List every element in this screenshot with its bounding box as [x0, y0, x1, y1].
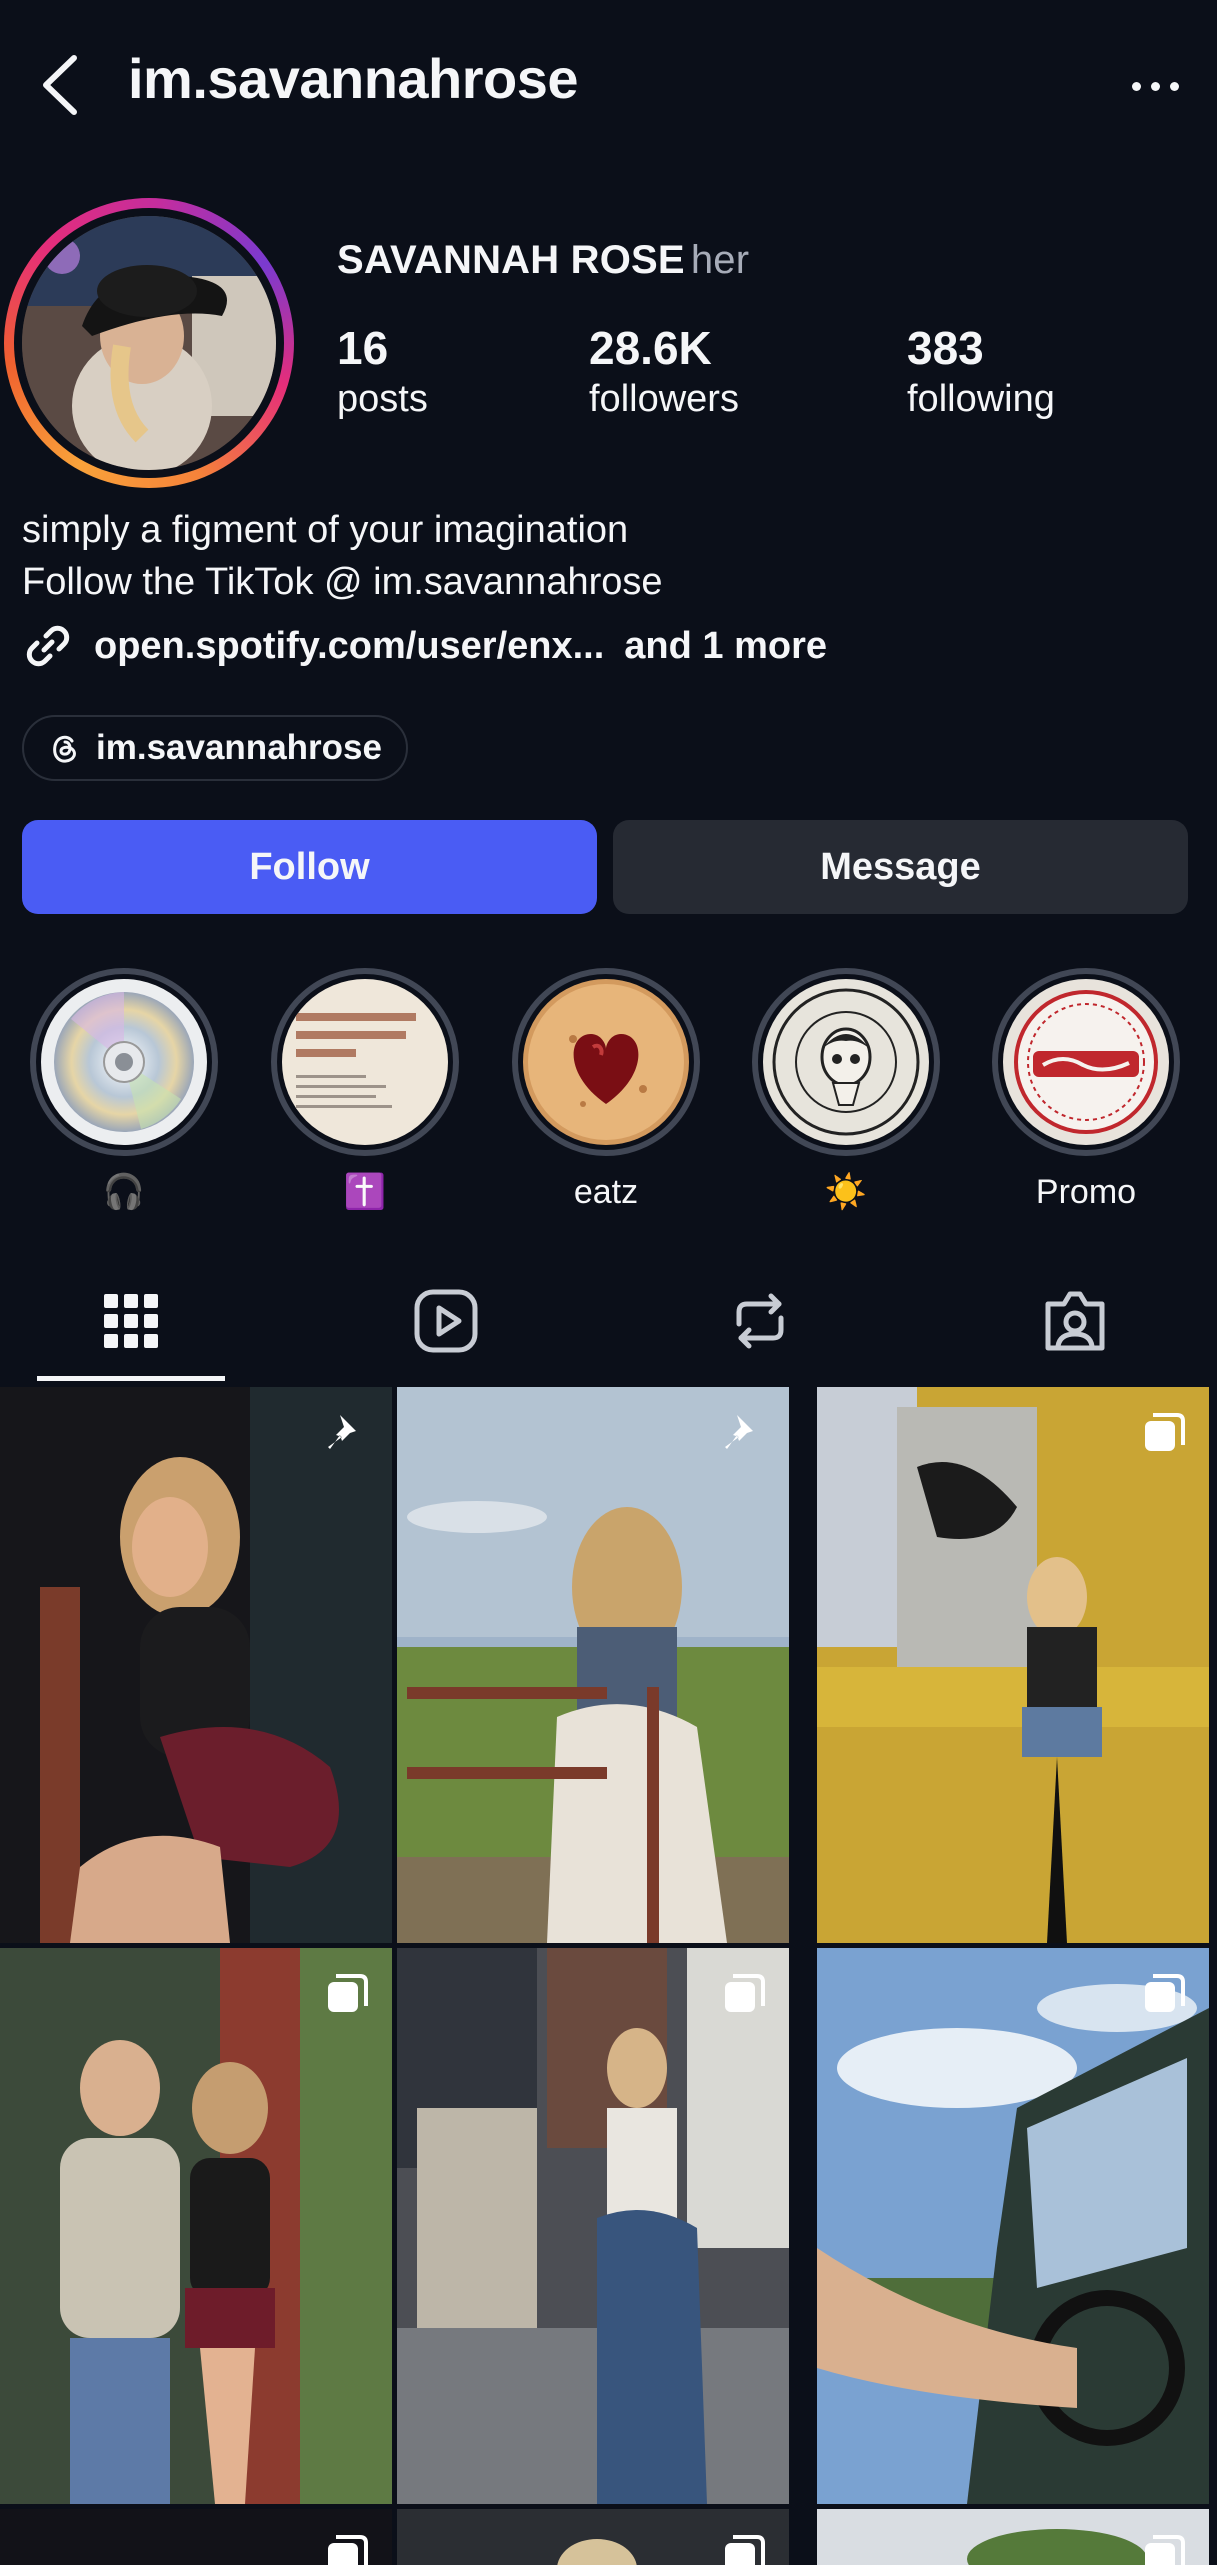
post-tile[interactable] [397, 2509, 789, 2565]
followers-label: followers [589, 378, 739, 420]
posts-stat: 16 posts [337, 320, 428, 422]
bio: simply a figment of your imagination Fol… [22, 504, 663, 608]
profile-avatar-story-ring[interactable] [4, 198, 294, 488]
carousel-icon [725, 1974, 765, 2012]
coca-cola-cap-icon [1003, 979, 1169, 1145]
highlight-5[interactable]: Promo [991, 968, 1181, 1214]
threads-handle: im.savannahrose [96, 728, 382, 767]
post-tile[interactable] [397, 1387, 789, 1943]
profile-username: im.savannahrose [128, 47, 579, 110]
chevron-left-icon [43, 55, 77, 115]
tab-tagged[interactable] [975, 1272, 1175, 1370]
active-tab-indicator [37, 1376, 225, 1381]
back-button[interactable] [30, 50, 90, 120]
post-tile[interactable] [397, 1948, 789, 2504]
following-stat[interactable]: 383 following [907, 320, 1055, 422]
post-tile[interactable] [817, 2509, 1209, 2565]
post-photo [0, 1387, 392, 1943]
tab-posts-grid[interactable] [31, 1272, 231, 1370]
highlight-2[interactable]: ✝️ [270, 968, 460, 1214]
follow-button[interactable]: Follow [22, 820, 597, 914]
bio-links: open.spotify.com/user/enx... and 1 more [22, 620, 827, 672]
bio-line: Follow the TikTok @ im.savannahrose [22, 561, 663, 603]
carousel-icon [1145, 1974, 1185, 2012]
threads-icon [53, 735, 76, 763]
highlight-ring [271, 968, 459, 1156]
highlight-ring [30, 968, 218, 1156]
highlight-3[interactable]: eatz [511, 968, 701, 1214]
heart-cookie-icon [523, 979, 689, 1145]
avatar [22, 216, 276, 470]
carousel-icon [1145, 1413, 1185, 1451]
carousel-icon [328, 1974, 368, 2012]
pin-icon [725, 1415, 753, 1449]
profile-name-line: SAVANNAH ROSE her [337, 238, 749, 283]
post-photo [0, 1948, 392, 2504]
post-tile[interactable] [817, 1948, 1209, 2504]
post-photo [817, 1387, 1209, 1943]
post-tile[interactable] [0, 1387, 392, 1943]
bio-line: simply a figment of your imagination [22, 509, 629, 551]
highlight-ring [992, 968, 1180, 1156]
tagged-icon [1045, 1291, 1105, 1351]
threads-badge[interactable]: im.savannahrose [22, 715, 408, 781]
life-is-only-one-badge-icon [763, 979, 929, 1145]
following-count: 383 [907, 322, 984, 374]
more-dot [1150, 81, 1160, 91]
highlight-label: Promo [1035, 1173, 1137, 1211]
more-links-button[interactable]: and 1 more [624, 625, 827, 668]
spotify-link[interactable]: open.spotify.com/user/enx... [94, 625, 604, 668]
reels-icon [414, 1289, 478, 1353]
following-label: following [907, 378, 1055, 420]
pronouns: her [690, 238, 750, 282]
reposts-icon [736, 1293, 784, 1349]
more-dot [1131, 81, 1141, 91]
grid-icon [104, 1294, 158, 1348]
display-name: SAVANNAH ROSE [337, 238, 685, 282]
more-dot [1169, 81, 1179, 91]
post-tile[interactable] [0, 2509, 392, 2565]
link-icon [26, 625, 70, 667]
avatar-photo [22, 216, 276, 470]
tab-reposts[interactable] [660, 1272, 860, 1370]
highlight-4[interactable]: ☀️ [751, 968, 941, 1214]
highlight-label: eatz [573, 1173, 639, 1211]
highlight-label: ☀️ [824, 1173, 868, 1211]
post-tile[interactable] [0, 1948, 392, 2504]
highlight-ring [512, 968, 700, 1156]
highlight-label: ✝️ [343, 1173, 387, 1211]
message-button[interactable]: Message [613, 820, 1188, 914]
post-photo [817, 1948, 1209, 2504]
carousel-icon [725, 2535, 765, 2565]
post-tile[interactable] [817, 1387, 1209, 1943]
carousel-icon [328, 2535, 368, 2565]
highlight-1[interactable]: 🎧 [29, 968, 219, 1214]
tab-reels[interactable] [346, 1272, 546, 1370]
followers-count: 28.6K [589, 322, 712, 374]
quote-card-icon [282, 979, 448, 1145]
highlight-label: 🎧 [102, 1173, 146, 1211]
highlight-ring [752, 968, 940, 1156]
posts-count: 16 [337, 322, 389, 374]
followers-stat[interactable]: 28.6K followers [589, 320, 739, 422]
post-photo [397, 1387, 789, 1943]
post-photo [397, 1948, 789, 2504]
carousel-icon [1145, 2535, 1185, 2565]
cd-disc-icon [41, 979, 207, 1145]
pin-icon [328, 1415, 356, 1449]
avatar-gap [14, 208, 284, 478]
more-options-button[interactable] [1120, 66, 1190, 106]
posts-label: posts [337, 378, 428, 420]
